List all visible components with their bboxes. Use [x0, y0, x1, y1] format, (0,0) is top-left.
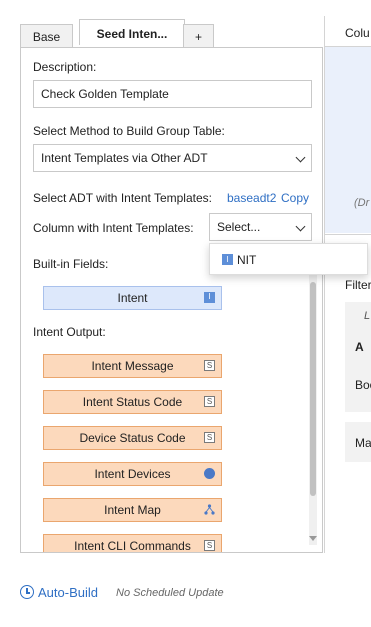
scrollbar-thumb[interactable]	[310, 282, 316, 496]
column-placeholder: Select...	[217, 220, 261, 234]
column-select[interactable]: Select...	[209, 213, 312, 241]
tab-seed-intent[interactable]: Seed Inten...	[79, 19, 185, 45]
string-icon: S	[204, 540, 215, 551]
method-value: Intent Templates via Other ADT	[41, 151, 208, 165]
dropdown-option-nit[interactable]: I NIT	[210, 244, 367, 274]
string-icon: S	[204, 432, 215, 443]
divider	[325, 234, 371, 235]
intent-card[interactable]: L A Boo	[345, 302, 371, 412]
output-field-intent-message[interactable]: Intent Message S	[43, 354, 222, 378]
field-label: Intent Message	[91, 359, 174, 373]
output-field-intent-cli-commands[interactable]: Intent CLI Commands S	[43, 534, 222, 553]
builtin-fields-label: Built-in Fields:	[33, 257, 109, 271]
card-boo: Boo	[355, 378, 371, 392]
add-tab-button[interactable]: +	[183, 24, 214, 48]
field-label: Intent	[117, 291, 148, 305]
drop-hint: (Dr	[354, 197, 370, 209]
output-field-intent-status-code[interactable]: Intent Status Code S	[43, 390, 222, 414]
column-dropdown: I NIT	[209, 243, 368, 275]
string-icon: S	[204, 360, 215, 371]
method-label: Select Method to Build Group Table:	[33, 124, 225, 138]
right-panel: Colu (Dr Filter L A Boo Ma	[324, 16, 371, 553]
field-label: Device Status Code	[79, 431, 186, 445]
string-icon: S	[204, 396, 215, 407]
tab-base[interactable]: Base	[20, 24, 73, 48]
builtin-field-intent[interactable]: Intent I	[43, 286, 222, 310]
output-field-intent-devices[interactable]: Intent Devices	[43, 462, 222, 486]
column-label: Column with Intent Templates:	[33, 221, 194, 235]
clock-icon[interactable]	[20, 585, 34, 599]
map-icon	[204, 504, 215, 515]
devices-icon	[204, 468, 215, 479]
seed-intent-panel: Description: Check Golden Template Selec…	[20, 47, 323, 553]
chevron-down-icon	[295, 221, 306, 232]
scroll-down-icon[interactable]	[309, 536, 317, 541]
field-label: Intent Devices	[94, 467, 171, 481]
method-select[interactable]: Intent Templates via Other ADT	[33, 144, 312, 172]
plus-icon: +	[194, 30, 202, 44]
field-label: Intent CLI Commands	[74, 539, 191, 553]
option-label: NIT	[237, 253, 257, 267]
description-input[interactable]: Check Golden Template	[33, 80, 312, 108]
card-letter: L	[364, 310, 371, 322]
intent-icon: I	[204, 292, 215, 303]
field-label: Intent Map	[104, 503, 161, 517]
adt-link[interactable]: baseadt2	[227, 191, 276, 205]
description-label: Description:	[33, 60, 97, 74]
copy-link[interactable]: Copy	[281, 191, 309, 205]
tab-label: Base	[32, 30, 61, 44]
adt-label: Select ADT with Intent Templates:	[33, 191, 212, 205]
output-field-intent-map[interactable]: Intent Map	[43, 498, 222, 522]
intent-output-label: Intent Output:	[33, 325, 106, 339]
tab-label: Seed Inten...	[96, 27, 168, 41]
auto-build-link[interactable]: Auto-Build	[38, 585, 98, 600]
schedule-status: No Scheduled Update	[116, 587, 224, 599]
filter-label: Filter	[345, 278, 371, 292]
intent-icon: I	[222, 254, 233, 265]
map-card[interactable]: Ma	[345, 422, 371, 462]
chevron-down-icon	[295, 152, 306, 163]
drop-zone[interactable]: (Dr	[325, 46, 371, 233]
output-field-device-status-code[interactable]: Device Status Code S	[43, 426, 222, 450]
column-header: Colu	[345, 26, 370, 40]
field-label: Intent Status Code	[82, 395, 183, 409]
card-ma: Ma	[355, 436, 371, 450]
card-col-a: A	[355, 340, 364, 354]
